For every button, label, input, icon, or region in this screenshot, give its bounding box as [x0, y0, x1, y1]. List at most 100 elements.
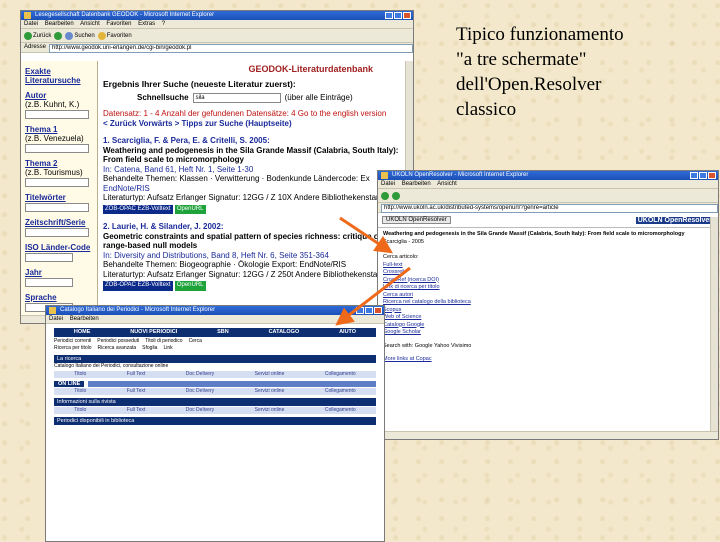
- search-button[interactable]: Suchen: [65, 31, 95, 40]
- result-cell[interactable]: Collegamento: [325, 388, 356, 395]
- quick-search-input[interactable]: sila: [192, 93, 281, 103]
- article-sub: Scarciglia - 2005: [383, 238, 424, 245]
- address-input[interactable]: http://www.geodok.uni-erlangen.de/cgi-bi…: [49, 44, 413, 53]
- sidebar-input[interactable]: [25, 203, 89, 212]
- minimize-icon[interactable]: [690, 172, 698, 179]
- sidebar-field-label[interactable]: Thema 2: [25, 159, 93, 168]
- result-cell[interactable]: Servizi online: [255, 371, 285, 378]
- result-cell[interactable]: Full Text: [127, 388, 146, 395]
- record-export-link[interactable]: EndNote/RIS: [103, 184, 405, 194]
- option-item[interactable]: Sfoglia: [142, 345, 157, 352]
- result-cell[interactable]: Doc Delivery: [186, 388, 214, 395]
- menu-bearbeiten[interactable]: Bearbeiten: [402, 181, 431, 187]
- nav-tab[interactable]: NUOVI PERIODICI: [130, 328, 177, 337]
- sidebar-field-label[interactable]: ISO Länder-Code: [25, 243, 93, 252]
- vertical-scrollbar[interactable]: [710, 217, 718, 432]
- result-cell[interactable]: Titolo: [74, 371, 86, 378]
- result-cell[interactable]: Collegamento: [325, 407, 356, 414]
- address-input[interactable]: http://www.ukoln.ac.uk/distributed-syste…: [381, 204, 718, 213]
- resolver-link[interactable]: Cerca autori: [383, 292, 708, 300]
- record-authors[interactable]: 2. Laurie, H. & Silander, J. 2002:: [103, 222, 405, 232]
- sidebar-field-label[interactable]: Exakte Literatursuche: [25, 67, 93, 85]
- minimize-icon[interactable]: [385, 12, 393, 19]
- result-cell[interactable]: Titolo: [74, 388, 86, 395]
- nav-tab[interactable]: HOME: [74, 328, 91, 337]
- menu-datei[interactable]: Datei: [49, 316, 63, 322]
- ezb-fulltext-button[interactable]: ZOB-OPAC EZB-Volltext: [103, 204, 173, 214]
- sidebar-field-label[interactable]: Titelwörter: [25, 193, 93, 202]
- record-source[interactable]: In: Diversity and Distributions, Band 8,…: [103, 251, 405, 261]
- forward-button[interactable]: [54, 31, 63, 40]
- resolver-link[interactable]: Full-text: [383, 262, 708, 270]
- record-source[interactable]: In: Catena, Band 61, Heft Nr. 1, Seite 1…: [103, 165, 405, 175]
- back-button[interactable]: [381, 191, 389, 200]
- sidebar-field-label[interactable]: Zeitschrift/Serie: [25, 218, 93, 227]
- result-cell[interactable]: Titolo: [74, 407, 86, 414]
- close-icon[interactable]: [374, 307, 382, 314]
- result-cell[interactable]: Collegamento: [325, 371, 356, 378]
- close-icon[interactable]: [708, 172, 716, 179]
- more-links[interactable]: More links at Copac: [383, 356, 708, 364]
- sidebar-select[interactable]: [25, 278, 73, 287]
- resolver-link[interactable]: Catalogo Google: [383, 322, 708, 330]
- maximize-icon[interactable]: [699, 172, 707, 179]
- menu-ansicht[interactable]: Ansicht: [437, 181, 457, 187]
- result-cell[interactable]: Doc Delivery: [186, 407, 214, 414]
- forward-button[interactable]: [392, 191, 400, 200]
- sidebar-field-label[interactable]: Jahr: [25, 268, 93, 277]
- pagination-links[interactable]: < Zurück Vorwärts > Tipps zur Suche (Hau…: [103, 119, 405, 129]
- sidebar-input[interactable]: [25, 228, 89, 237]
- resolver-link[interactable]: Crossref: [383, 269, 708, 277]
- sidebar-field-label[interactable]: Autor: [25, 91, 93, 100]
- resolver-link[interactable]: Ricerca nel catalogo della biblioteca: [383, 299, 708, 307]
- option-item[interactable]: Periodici correnti: [54, 338, 91, 345]
- option-item[interactable]: Ricerca avanzata: [98, 345, 137, 352]
- option-item[interactable]: Cerca: [189, 338, 202, 345]
- sidebar-input[interactable]: [25, 144, 89, 153]
- option-item[interactable]: Titoli di periodico: [145, 338, 182, 345]
- nav-tab[interactable]: CATALOGO: [269, 328, 300, 337]
- result-cell[interactable]: Full Text: [127, 371, 146, 378]
- menu-datei[interactable]: Datei: [381, 181, 395, 187]
- menu-bearbeiten[interactable]: Bearbeiten: [70, 316, 99, 322]
- maximize-icon[interactable]: [365, 307, 373, 314]
- favorites-button[interactable]: Favoriten: [97, 31, 132, 40]
- sidebar-field-label[interactable]: Sprache: [25, 293, 93, 302]
- menu-extras[interactable]: Extras: [138, 21, 155, 27]
- back-button[interactable]: Zurück: [24, 31, 51, 40]
- resolver-link[interactable]: Link di ricerca per titolo: [383, 284, 708, 292]
- menu-bearbeiten[interactable]: Bearbeiten: [45, 21, 74, 27]
- openurl-button[interactable]: OpenURL: [174, 204, 206, 214]
- record-holding: Literaturtyp: Aufsatz Erlanger Signatur:…: [103, 193, 385, 202]
- resolver-link[interactable]: Web of Science: [383, 314, 708, 322]
- result-cell[interactable]: Servizi online: [255, 407, 285, 414]
- sidebar-input[interactable]: [25, 110, 89, 119]
- record-authors[interactable]: 1. Scarciglia, F. & Pera, E. & Critelli,…: [103, 136, 405, 146]
- minimize-icon[interactable]: [356, 307, 364, 314]
- result-cell[interactable]: Full Text: [127, 407, 146, 414]
- nav-tab[interactable]: AIUTO: [339, 328, 356, 337]
- close-icon[interactable]: [403, 12, 411, 19]
- option-item[interactable]: Periodici posseduti: [97, 338, 139, 345]
- menu-datei[interactable]: Datei: [24, 21, 38, 27]
- resolver-link[interactable]: CrossRef (ricerca DOI): [383, 277, 708, 285]
- record-title: Geometric constraints and spatial patter…: [103, 231, 382, 251]
- search-with-line[interactable]: Search with: Google Yahoo Vivisimo: [383, 343, 708, 351]
- sidebar-select[interactable]: [25, 253, 73, 262]
- openurl-button[interactable]: OpenURL: [174, 281, 206, 291]
- maximize-icon[interactable]: [394, 12, 402, 19]
- sidebar-field-label[interactable]: Thema 1: [25, 125, 93, 134]
- ezb-fulltext-button[interactable]: ZOB-OPAC EZB-Volltext: [103, 281, 173, 291]
- option-item[interactable]: Link: [163, 345, 172, 352]
- nav-tab[interactable]: SBN: [217, 328, 229, 337]
- resolver-tab[interactable]: UKOLN OpenResolver: [382, 216, 451, 224]
- sidebar-input[interactable]: [25, 178, 89, 187]
- resolver-link[interactable]: Scopus: [383, 307, 708, 315]
- result-cell[interactable]: Servizi online: [255, 388, 285, 395]
- menu-ansicht[interactable]: Ansicht: [80, 21, 100, 27]
- result-cell[interactable]: Doc Delivery: [186, 371, 214, 378]
- option-item[interactable]: Ricerca per titolo: [54, 345, 92, 352]
- resolver-link[interactable]: Google Scholar: [383, 329, 708, 337]
- menu-favoriten[interactable]: Favoriten: [106, 21, 131, 27]
- menu-help[interactable]: ?: [162, 21, 165, 27]
